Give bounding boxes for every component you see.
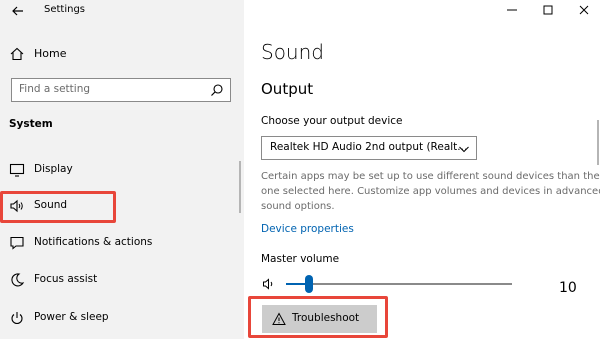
maximize-icon[interactable] (540, 2, 556, 18)
window-controls (490, 0, 600, 22)
sidebar-item-label: Sound (34, 199, 68, 211)
main-scrollbar[interactable] (597, 120, 599, 165)
output-description: Certain apps may be set up to use differ… (261, 169, 600, 214)
output-heading: Output (261, 80, 314, 98)
notifications-icon (10, 236, 24, 250)
back-arrow-icon[interactable] (10, 3, 26, 19)
close-icon[interactable] (576, 2, 592, 18)
device-properties-link[interactable]: Device properties (261, 223, 354, 235)
sidebar-item-label: Notifications & actions (34, 236, 153, 248)
sidebar: Settings Home Find a setting System Disp… (0, 0, 244, 339)
volume-slider-track[interactable] (286, 283, 512, 285)
description-line: sound options. (261, 201, 335, 212)
troubleshoot-label: Troubleshoot (292, 312, 360, 324)
sidebar-item-label: Power & sleep (34, 311, 109, 323)
warning-icon (272, 312, 286, 325)
home-icon (10, 47, 24, 61)
master-volume-label: Master volume (261, 253, 340, 265)
section-title: System (9, 118, 53, 130)
sidebar-item-focus-assist[interactable]: Focus assist (0, 268, 240, 292)
chevron-down-icon (459, 146, 469, 153)
sidebar-scrollbar[interactable] (239, 161, 241, 213)
sidebar-item-label: Display (34, 163, 73, 175)
volume-slider-thumb[interactable] (304, 275, 313, 293)
display-icon (9, 163, 25, 177)
app-title: Settings (44, 4, 86, 15)
search-icon[interactable] (210, 83, 224, 97)
power-icon (11, 312, 23, 325)
volume-speaker-icon[interactable] (262, 277, 276, 291)
speaker-icon (10, 199, 23, 213)
output-device-select[interactable]: Realtek HD Audio 2nd output (Realt... (261, 136, 477, 160)
sidebar-item-display[interactable]: Display (0, 158, 240, 182)
search-placeholder: Find a setting (19, 83, 91, 95)
sidebar-item-sound[interactable]: Sound (0, 194, 240, 218)
minimize-icon[interactable] (504, 2, 520, 18)
description-line: one selected here. Customize app volumes… (261, 186, 600, 197)
moon-icon (11, 273, 25, 287)
main-pane: Sound Output Choose your output device R… (244, 0, 600, 339)
page-title: Sound (261, 40, 324, 64)
sidebar-item-label: Focus assist (34, 273, 98, 285)
sidebar-item-power-sleep[interactable]: Power & sleep (0, 306, 240, 330)
master-volume-value: 10 (559, 280, 577, 296)
output-device-label: Choose your output device (261, 115, 403, 127)
home-nav-item[interactable]: Home (0, 44, 244, 64)
troubleshoot-button[interactable]: Troubleshoot (262, 305, 377, 333)
home-label: Home (34, 47, 67, 60)
sidebar-item-notifications[interactable]: Notifications & actions (0, 231, 240, 255)
description-line: Certain apps may be set up to use differ… (261, 171, 600, 182)
titlebar-left: Settings (0, 0, 244, 24)
output-device-value: Realtek HD Audio 2nd output (Realt... (270, 141, 468, 153)
search-input[interactable]: Find a setting (11, 78, 231, 102)
